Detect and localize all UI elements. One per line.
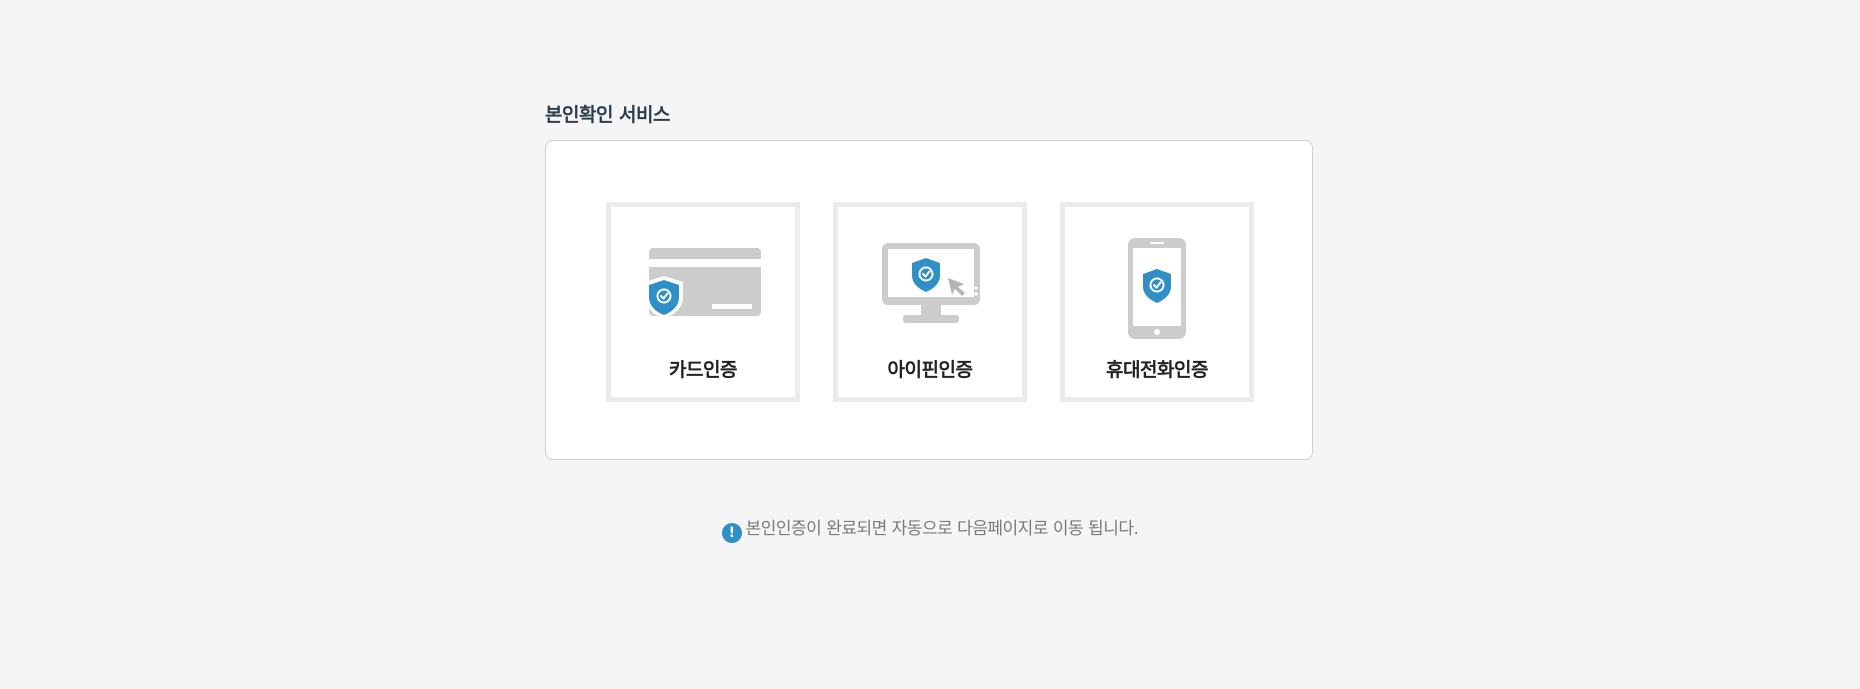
ipin-auth-button[interactable]: 아이핀인증 [833,202,1027,402]
redirect-notice: ! 본인인증이 완료되면 자동으로 다음페이지로 이동 됩니다. [0,514,1860,543]
page-title: 본인확인 서비스 [545,104,670,126]
exclamation-icon: ! [721,523,742,543]
notice-text: 본인인증이 완료되면 자동으로 다음페이지로 이동 됩니다. [745,519,1139,539]
mobile-auth-label: 휴대전화인증 [1106,359,1208,381]
mobile-auth-button[interactable]: 휴대전화인증 [1060,202,1254,402]
card-auth-button[interactable]: 카드인증 [606,202,800,402]
card-auth-label: 카드인증 [669,359,737,381]
ipin-auth-label: 아이핀인증 [887,359,973,381]
auth-options-panel: 카드인증 아이핀인증 휴대전화인증 [545,140,1313,460]
